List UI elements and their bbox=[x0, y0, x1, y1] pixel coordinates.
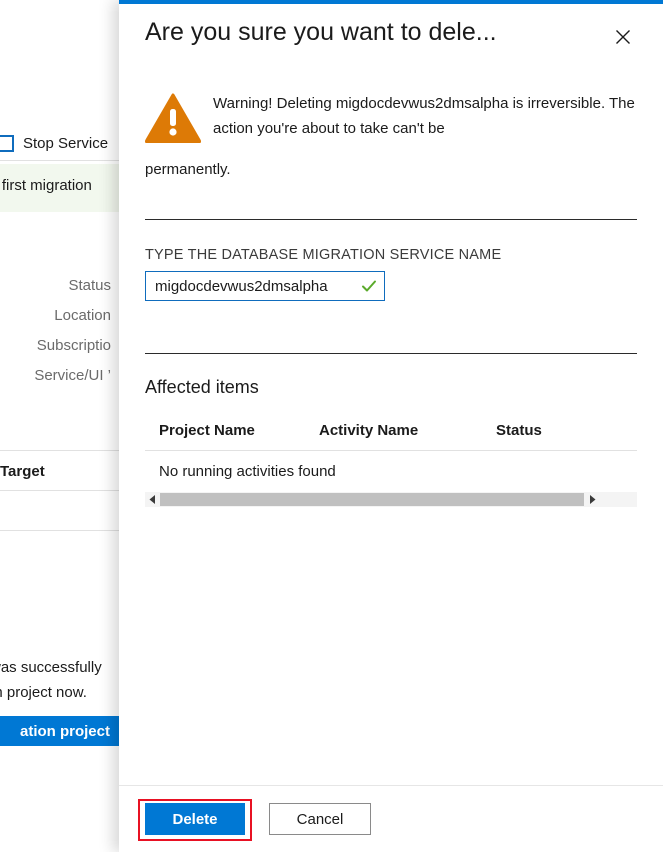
background-divider-3 bbox=[0, 490, 119, 491]
background-divider-1 bbox=[0, 160, 119, 161]
delete-confirmation-dialog: Are you sure you want to dele... Warning… bbox=[119, 0, 663, 852]
scrollbar-thumb[interactable] bbox=[160, 493, 584, 506]
warning-text: Warning! Deleting migdocdevwus2dmsalpha … bbox=[213, 89, 637, 143]
affected-items-table: Project Name Activity Name Status No run… bbox=[145, 422, 637, 507]
column-header-project-name[interactable]: Project Name bbox=[145, 422, 319, 439]
dialog-body: Warning! Deleting migdocdevwus2dmsalpha … bbox=[119, 67, 663, 785]
close-icon[interactable] bbox=[610, 24, 636, 50]
dialog-rule-bottom bbox=[145, 353, 637, 354]
delete-button[interactable]: Delete bbox=[145, 803, 245, 835]
new-migration-project-button[interactable]: ation project bbox=[0, 716, 119, 746]
properties-list: Status Location Subscriptio Service/UI ’ bbox=[0, 270, 119, 390]
background-divider-4 bbox=[0, 530, 119, 531]
warning-triangle-icon bbox=[145, 89, 213, 143]
background-message-line-1: was successfully bbox=[0, 655, 119, 680]
table-header-row: Project Name Activity Name Status bbox=[145, 422, 637, 451]
background-divider-2 bbox=[0, 450, 119, 451]
dialog-header: Are you sure you want to dele... bbox=[119, 4, 663, 67]
property-label-location: Location bbox=[0, 300, 119, 330]
target-section-header: Target bbox=[0, 455, 119, 487]
affected-items-title: Affected items bbox=[145, 377, 637, 398]
column-header-activity-name[interactable]: Activity Name bbox=[319, 422, 496, 439]
dialog-rule-top bbox=[145, 219, 637, 220]
triangle-right-icon[interactable] bbox=[585, 492, 599, 507]
screenshot-root: Stop Service our first migration Status … bbox=[0, 0, 663, 852]
stop-service-label: Stop Service bbox=[23, 135, 108, 152]
dialog-title: Are you sure you want to dele... bbox=[145, 18, 497, 47]
background-message: was successfully on project now. bbox=[0, 655, 119, 705]
stop-square-icon bbox=[0, 135, 14, 152]
service-name-input[interactable] bbox=[155, 278, 360, 295]
stop-service-command[interactable]: Stop Service bbox=[0, 128, 119, 158]
property-label-subscription: Subscriptio bbox=[0, 330, 119, 360]
notification-banner: our first migration bbox=[0, 164, 119, 212]
dialog-footer: Delete Cancel bbox=[119, 785, 663, 852]
warning-text-overflow: permanently. bbox=[145, 157, 231, 182]
column-header-status[interactable]: Status bbox=[496, 422, 616, 439]
service-name-input-wrapper[interactable] bbox=[145, 271, 385, 301]
notification-banner-text: our first migration bbox=[0, 177, 92, 194]
table-empty-message: No running activities found bbox=[145, 451, 637, 492]
warning-row: Warning! Deleting migdocdevwus2dmsalpha … bbox=[145, 67, 637, 143]
background-message-line-2: on project now. bbox=[0, 680, 119, 705]
property-label-service-ui-version: Service/UI ’ bbox=[0, 360, 119, 390]
triangle-left-icon[interactable] bbox=[145, 492, 159, 507]
table-horizontal-scrollbar[interactable] bbox=[145, 492, 637, 507]
cancel-button[interactable]: Cancel bbox=[269, 803, 371, 835]
green-check-icon bbox=[360, 277, 378, 295]
property-label-status: Status bbox=[0, 270, 119, 300]
service-name-field-label: TYPE THE DATABASE MIGRATION SERVICE NAME bbox=[145, 247, 637, 263]
